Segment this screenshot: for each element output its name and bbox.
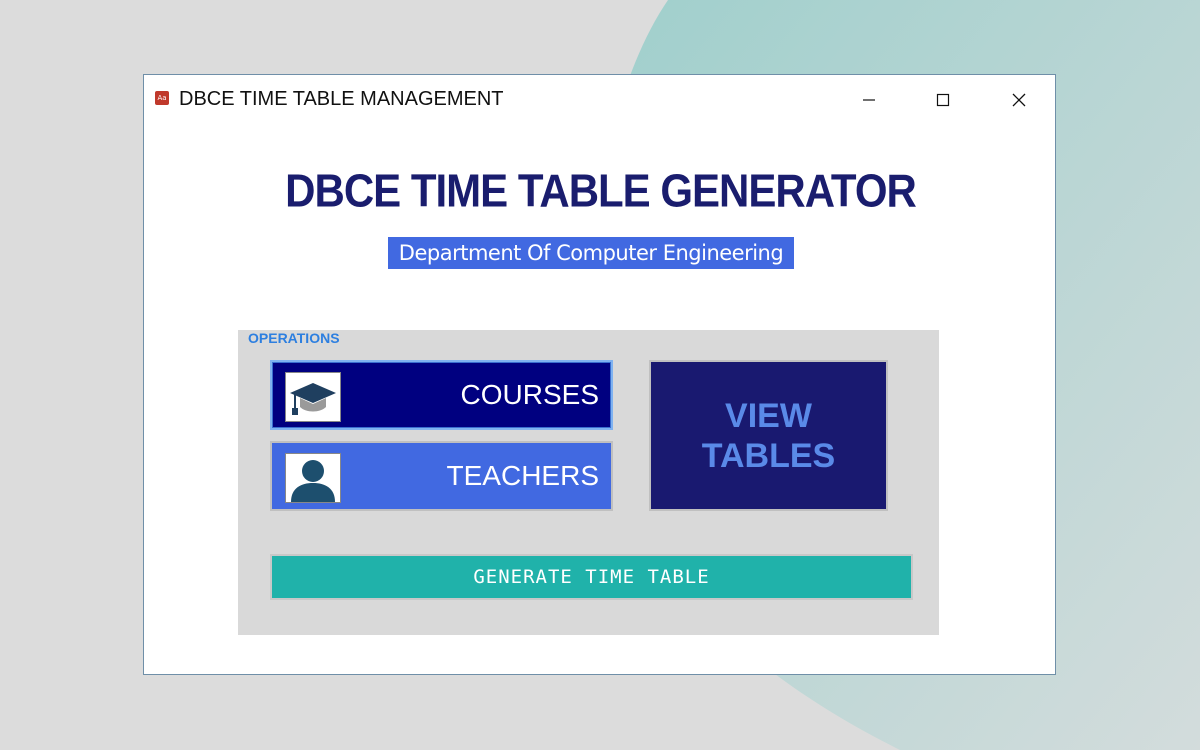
maximize-icon	[936, 93, 950, 107]
teachers-button[interactable]: TEACHERS	[270, 441, 613, 511]
close-button[interactable]	[999, 85, 1039, 113]
maximize-button[interactable]	[923, 85, 963, 113]
view-tables-label: VIEW TABLES	[651, 362, 886, 509]
department-subtitle: Department Of Computer Engineering	[388, 237, 794, 269]
app-icon: Aa	[155, 91, 169, 105]
minimize-icon	[863, 99, 875, 101]
app-window: Aa DBCE TIME TABLE MANAGEMENT DBCE TIME …	[143, 74, 1056, 675]
view-tables-line2: TABLES	[701, 436, 836, 475]
courses-label: COURSES	[460, 379, 599, 410]
view-tables-line1: VIEW	[725, 396, 812, 435]
generate-time-table-button[interactable]: GENERATE TIME TABLE	[270, 554, 913, 600]
title-bar: Aa DBCE TIME TABLE MANAGEMENT	[144, 75, 1055, 123]
teachers-label: TEACHERS	[446, 460, 599, 491]
user-icon	[285, 453, 341, 503]
courses-button[interactable]: COURSES	[270, 360, 613, 430]
operations-label: OPERATIONS	[248, 330, 340, 346]
close-icon	[1012, 93, 1026, 107]
graduation-cap-icon	[285, 372, 341, 422]
page-title: DBCE TIME TABLE GENERATOR	[285, 164, 917, 217]
operations-panel: OPERATIONS COURSES TEACHERS VIEW TABLES …	[238, 330, 939, 635]
view-tables-button[interactable]: VIEW TABLES	[649, 360, 888, 511]
generate-label: GENERATE TIME TABLE	[473, 566, 710, 588]
window-title: DBCE TIME TABLE MANAGEMENT	[179, 88, 504, 110]
minimize-button[interactable]	[849, 85, 889, 113]
